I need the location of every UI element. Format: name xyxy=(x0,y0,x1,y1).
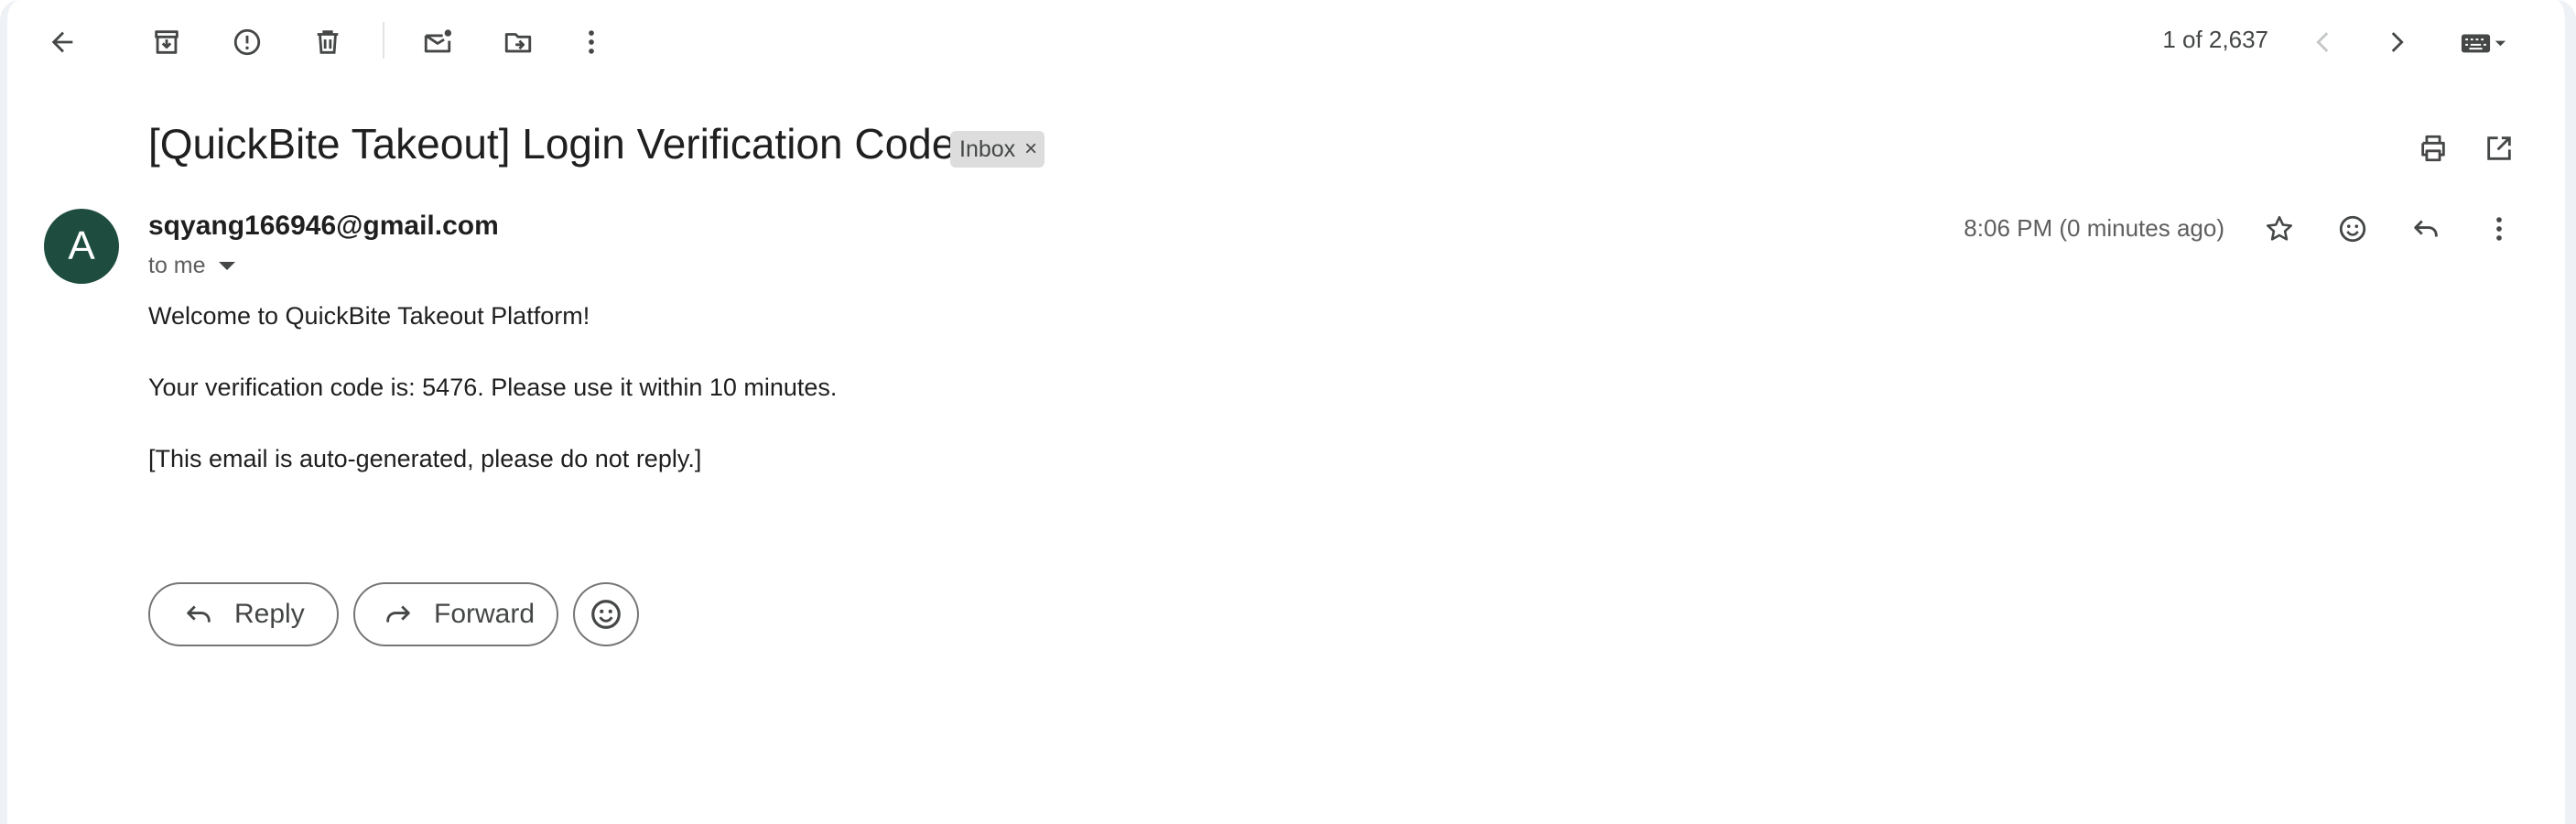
print-button[interactable] xyxy=(2404,119,2462,178)
email-subject: [QuickBite Takeout] Login Verification C… xyxy=(148,120,956,168)
pager-count: 1 of 2,637 xyxy=(2162,26,2268,53)
add-reaction-button[interactable] xyxy=(2323,200,2382,258)
label-chip-text: Inbox xyxy=(959,136,1016,162)
body-line-code: Your verification code is: 5476. Please … xyxy=(148,374,838,401)
open-in-new-window-button[interactable] xyxy=(2470,119,2528,178)
message-more-button[interactable] xyxy=(2470,200,2528,258)
avatar-letter: A xyxy=(68,223,95,268)
body-line-autogen: [This email is auto-generated, please do… xyxy=(148,445,702,472)
mark-unread-icon xyxy=(424,29,452,53)
archive-icon xyxy=(155,30,179,54)
body-line-welcome: Welcome to QuickBite Takeout Platform! xyxy=(148,302,590,330)
caret-down-icon xyxy=(218,262,235,270)
emoji-icon xyxy=(591,600,621,629)
emoji-icon xyxy=(2339,215,2366,243)
reply-button-label: Reply xyxy=(234,599,305,629)
delete-button[interactable] xyxy=(298,13,357,71)
print-icon xyxy=(2421,135,2445,162)
archive-button[interactable] xyxy=(137,13,196,71)
email-view: 1 of 2,637 [QuickBite Takeout] Login Ver… xyxy=(0,0,2576,824)
star-button[interactable] xyxy=(2250,200,2309,258)
input-tools-button[interactable] xyxy=(2442,13,2525,71)
reply-icon-button[interactable] xyxy=(2397,200,2455,258)
newer-button[interactable] xyxy=(2294,13,2353,71)
move-to-button[interactable] xyxy=(489,13,547,71)
reply-button[interactable]: Reply xyxy=(148,582,339,646)
reply-icon xyxy=(187,605,211,623)
recipient-text: to me xyxy=(148,253,206,278)
more-vert-icon xyxy=(589,30,594,54)
inbox-label-chip[interactable]: Inbox × xyxy=(950,131,1045,168)
mark-unread-button[interactable] xyxy=(408,13,467,71)
move-to-folder-icon xyxy=(504,33,532,53)
report-spam-icon xyxy=(233,28,261,56)
sender-avatar[interactable]: A xyxy=(44,209,119,284)
older-button[interactable] xyxy=(2367,13,2426,71)
star-icon xyxy=(2266,215,2293,241)
forward-button-label: Forward xyxy=(434,599,536,629)
report-spam-button[interactable] xyxy=(218,13,276,71)
react-emoji-button[interactable] xyxy=(573,582,639,646)
more-vert-icon xyxy=(2496,217,2502,241)
chevron-right-icon xyxy=(2391,32,2404,52)
back-arrow-icon xyxy=(51,31,73,53)
toolbar-divider xyxy=(383,22,384,59)
open-in-new-icon xyxy=(2487,136,2511,160)
forward-button[interactable]: Forward xyxy=(353,582,558,646)
more-options-button[interactable] xyxy=(562,13,621,71)
email-timestamp: 8:06 PM (0 minutes ago) xyxy=(1964,214,2224,242)
chevron-left-icon xyxy=(2316,32,2329,52)
remove-label-icon[interactable]: × xyxy=(1024,136,1037,162)
reply-icon xyxy=(2414,220,2438,237)
keyboard-icon xyxy=(2461,34,2506,53)
trash-icon xyxy=(317,30,339,54)
recipient-details-toggle[interactable]: to me xyxy=(148,253,235,279)
sender-email[interactable]: sqyang166946@gmail.com xyxy=(148,211,499,242)
back-button[interactable] xyxy=(33,13,92,71)
forward-icon xyxy=(386,605,410,623)
